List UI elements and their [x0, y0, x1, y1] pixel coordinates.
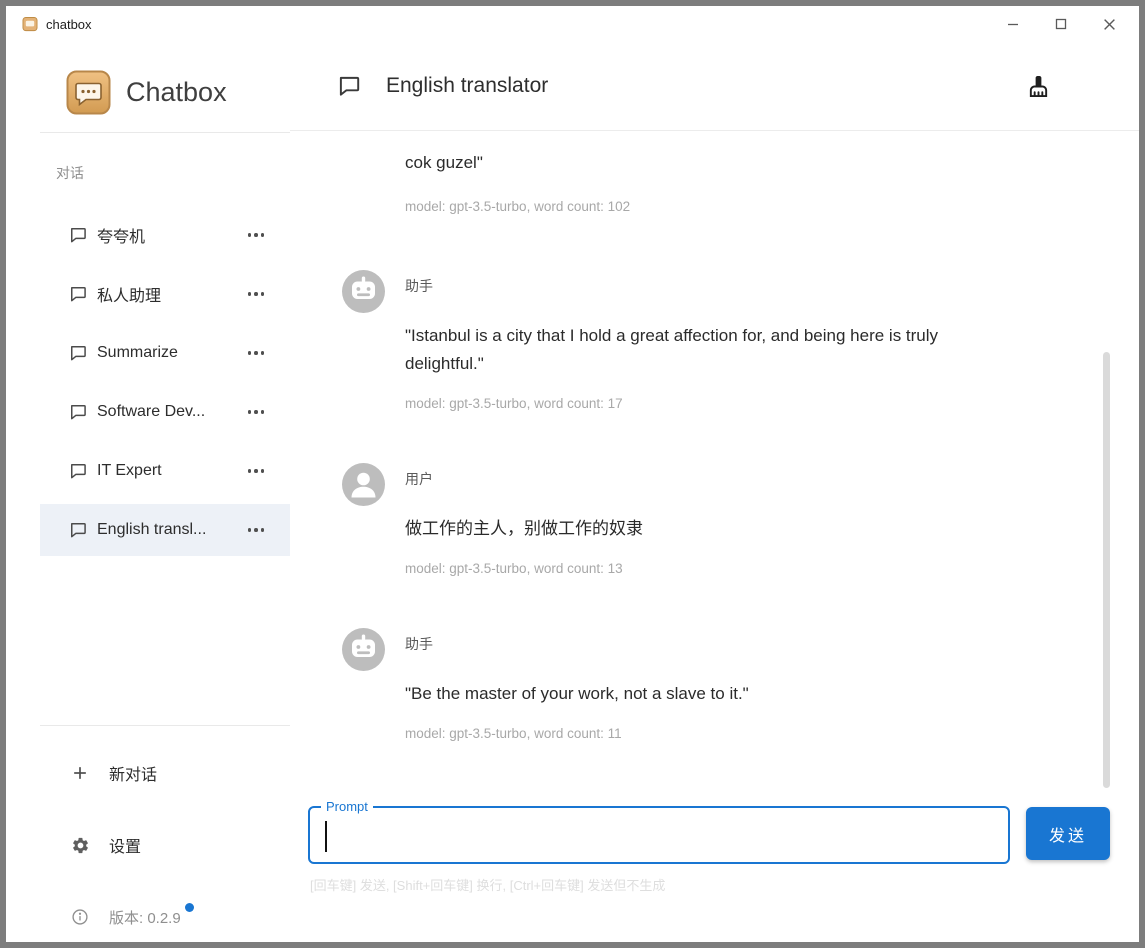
sidebar-item-chat-5-selected[interactable]: English transl...: [40, 504, 290, 556]
new-chat-label: 新对话: [109, 767, 158, 784]
chat-item-label: English transl...: [97, 521, 207, 538]
message-meta: model: gpt-3.5-turbo, word count: 17: [405, 396, 623, 412]
message-text: "Be the master of your work, not a slave…: [405, 684, 749, 704]
prompt-input[interactable]: [310, 808, 1008, 862]
app-logo: [66, 70, 111, 114]
maximize-icon[interactable]: [1037, 6, 1085, 42]
settings-button[interactable]: 设置: [40, 820, 290, 870]
version-label: 版本: 0.2.9: [109, 909, 181, 927]
cleaning-brush-icon[interactable]: [1021, 69, 1055, 103]
settings-label: 设置: [109, 839, 142, 856]
sidebar-item-chat-3[interactable]: Software Dev...: [40, 386, 290, 438]
chat-bubble-icon: [71, 464, 86, 479]
chat-bubble-icon: [71, 228, 86, 243]
gear-icon: [70, 835, 90, 855]
window-title: chatbox: [46, 16, 92, 32]
more-icon[interactable]: [247, 345, 264, 361]
app-window: chatbox Chatbox 对话 夸夸机 私人助理 Summarize So…: [0, 0, 1145, 948]
sidebar-divider: [40, 132, 290, 133]
scrollbar-thumb[interactable]: [1103, 352, 1110, 788]
chat-item-label: Software Dev...: [97, 403, 206, 420]
conversation-title: English translator: [386, 74, 549, 97]
chat-bubble-icon: [71, 346, 86, 361]
prompt-field: Prompt: [308, 799, 1010, 864]
chat-list: 夸夸机 私人助理 Summarize Software Dev... IT Ex…: [40, 209, 290, 556]
message-assistant: 助手 "Be the master of your work, not a sl…: [342, 628, 1019, 741]
chat-item-label: Summarize: [97, 344, 178, 361]
chat-bubble-icon: [339, 76, 360, 96]
user-avatar-icon: [342, 463, 385, 507]
prompt-field-label: Prompt: [321, 799, 373, 815]
message-list: cok guzel" model: gpt-3.5-turbo, word co…: [290, 131, 1139, 806]
content: Chatbox 对话 夸夸机 私人助理 Summarize Software D…: [6, 42, 1139, 942]
more-icon[interactable]: [247, 227, 264, 243]
minimize-icon[interactable]: [989, 6, 1037, 42]
sidebar-item-chat-1[interactable]: 私人助理: [40, 268, 290, 320]
message-assistant-partial: cok guzel" model: gpt-3.5-turbo, word co…: [342, 145, 1019, 214]
close-icon[interactable]: [1085, 6, 1133, 42]
chat-item-label: IT Expert: [97, 462, 162, 479]
chat-item-label: 夸夸机: [97, 229, 146, 246]
brand-row: Chatbox: [40, 66, 290, 118]
send-button[interactable]: 发送: [1026, 807, 1110, 860]
main-panel: English translator cok guzel" model: gpt…: [290, 42, 1139, 942]
chat-bubble-icon: [71, 523, 86, 538]
chat-item-label: 私人助理: [97, 288, 162, 305]
more-icon[interactable]: [247, 463, 264, 479]
chat-bubble-icon: [71, 405, 86, 420]
sidebar-item-chat-0[interactable]: 夸夸机: [40, 209, 290, 261]
keyboard-hint: [回车键] 发送, [Shift+回车键] 换行, [Ctrl+回车键] 发送但…: [310, 878, 666, 893]
chat-bubble-icon: [71, 287, 86, 302]
message-text: cok guzel": [405, 153, 483, 172]
version-row[interactable]: 版本: 0.2.9: [40, 892, 290, 942]
message-meta: model: gpt-3.5-turbo, word count: 13: [405, 561, 623, 577]
message-sender: 用户: [405, 471, 433, 488]
message-text: "Istanbul is a city that I hold a great …: [405, 326, 939, 374]
robot-avatar-icon: [342, 270, 385, 314]
message-text: 做工作的主人，别做工作的奴隶: [405, 519, 643, 539]
message-meta: model: gpt-3.5-turbo, word count: 102: [405, 199, 631, 215]
brand-name: Chatbox: [126, 76, 227, 107]
more-icon[interactable]: [247, 286, 264, 302]
message-sender: 助手: [405, 636, 433, 653]
info-icon: [70, 907, 90, 927]
window-controls: [989, 6, 1139, 42]
new-chat-button[interactable]: 新对话: [40, 748, 290, 798]
message-assistant: 助手 "Istanbul is a city that I hold a gre…: [342, 270, 1019, 411]
sidebar-item-chat-4[interactable]: IT Expert: [40, 445, 290, 497]
titlebar: chatbox: [6, 6, 1139, 42]
prompt-area: Prompt 发送 [回车键] 发送, [Shift+回车键] 换行, [Ctr…: [290, 799, 1139, 942]
update-badge-dot: [184, 902, 194, 912]
sidebar-item-chat-2[interactable]: Summarize: [40, 327, 290, 379]
message-sender: 助手: [405, 278, 433, 295]
sidebar: Chatbox 对话 夸夸机 私人助理 Summarize Software D…: [40, 42, 290, 942]
robot-avatar-icon: [342, 628, 385, 672]
more-icon[interactable]: [247, 522, 264, 538]
conversation-header: English translator: [290, 42, 1139, 130]
more-icon[interactable]: [247, 404, 264, 420]
message-meta: model: gpt-3.5-turbo, word count: 11: [405, 726, 622, 742]
app-logo-small-icon: [22, 16, 38, 31]
message-user: 用户 做工作的主人，别做工作的奴隶 model: gpt-3.5-turbo, …: [342, 463, 1019, 576]
sidebar-bottom-divider: [40, 725, 290, 726]
plus-icon: [70, 763, 90, 783]
conversations-section-label: 对话: [56, 165, 84, 181]
